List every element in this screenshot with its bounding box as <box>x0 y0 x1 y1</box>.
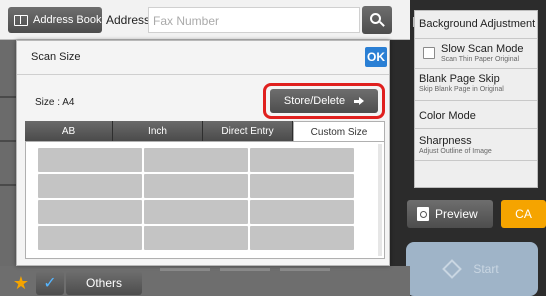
slow-scan-mode-item[interactable]: Slow Scan Mode Scan Thin Paper Original <box>415 39 537 69</box>
left-edge-strip <box>0 40 16 266</box>
slow-scan-mode-sub: Scan Thin Paper Original <box>441 56 520 63</box>
preview-button[interactable]: Preview <box>407 200 493 228</box>
scan-size-dialog: Scan Size OK Size : A4 Store/Delete AB I… <box>16 40 390 266</box>
sharpness-sub: Adjust Outline of Image <box>419 148 492 155</box>
blank-page-skip-item[interactable]: Blank Page Skip Skip Blank Page in Origi… <box>415 69 537 101</box>
favorite-star-icon[interactable]: ★ <box>8 271 34 295</box>
tab-ab[interactable]: AB <box>25 121 113 141</box>
background-adjustment-label: Background Adjustment <box>419 18 536 30</box>
background-adjustment-item[interactable]: Background Adjustment <box>415 11 537 39</box>
others-button[interactable]: Others <box>66 271 142 295</box>
slow-scan-mode-label: Slow Scan Mode <box>441 43 524 55</box>
address-book-button[interactable]: Address Book <box>8 7 102 33</box>
arrow-right-icon <box>354 97 365 105</box>
custom-size-slot[interactable] <box>38 200 142 224</box>
clear-all-button[interactable]: CA <box>501 200 546 228</box>
dialog-divider <box>17 74 389 75</box>
bottom-bar-segment <box>280 268 330 271</box>
custom-size-slot[interactable] <box>144 148 248 172</box>
start-label: Start <box>473 262 499 276</box>
custom-size-slot[interactable] <box>38 174 142 198</box>
left-strip-divider <box>0 184 16 186</box>
custom-size-grid <box>25 141 385 259</box>
color-mode-item[interactable]: Color Mode <box>415 101 537 129</box>
dialog-title: Scan Size <box>31 51 81 63</box>
settings-list: Background Adjustment Slow Scan Mode Sca… <box>414 10 538 188</box>
left-strip-divider <box>0 96 16 98</box>
preview-label: Preview <box>435 207 478 221</box>
custom-size-slot[interactable] <box>38 226 142 250</box>
tab-direct-entry[interactable]: Direct Entry <box>203 121 293 141</box>
left-strip-divider <box>0 140 16 142</box>
address-book-label: Address Book <box>33 14 102 26</box>
slow-scan-checkbox[interactable] <box>423 47 435 59</box>
address-label: Address <box>106 13 151 27</box>
checkmark-icon[interactable]: ✓ <box>36 271 64 295</box>
ok-button[interactable]: OK <box>365 47 387 67</box>
grid-scrollbar[interactable] <box>378 144 382 256</box>
custom-size-slot[interactable] <box>38 148 142 172</box>
tab-custom-size[interactable]: Custom Size <box>293 121 385 142</box>
color-mode-label: Color Mode <box>419 110 476 122</box>
address-book-icon <box>14 14 28 26</box>
start-icon <box>442 259 463 279</box>
custom-size-slot[interactable] <box>144 226 248 250</box>
search-button[interactable] <box>362 6 392 34</box>
custom-size-slot[interactable] <box>144 174 248 198</box>
custom-size-slot[interactable] <box>250 226 354 250</box>
fax-number-input[interactable]: Fax Number <box>148 7 360 33</box>
custom-size-slot[interactable] <box>144 200 248 224</box>
sharpness-label: Sharpness <box>419 135 472 147</box>
custom-size-slot[interactable] <box>250 148 354 172</box>
preview-icon <box>417 207 429 221</box>
blank-page-skip-sub: Skip Blank Page in Original <box>419 86 504 93</box>
custom-size-slot[interactable] <box>250 200 354 224</box>
size-tabs: AB Inch Direct Entry Custom Size <box>25 121 385 142</box>
search-icon <box>370 13 381 24</box>
custom-size-slot[interactable] <box>250 174 354 198</box>
bottom-bar-segment <box>220 268 270 271</box>
sharpness-item[interactable]: Sharpness Adjust Outline of Image <box>415 129 537 161</box>
bottom-bar-segment <box>160 268 210 271</box>
blank-page-skip-label: Blank Page Skip <box>419 73 500 85</box>
store-delete-label: Store/Delete <box>283 95 346 107</box>
store-delete-button[interactable]: Store/Delete <box>270 89 378 113</box>
tab-inch[interactable]: Inch <box>113 121 203 141</box>
start-button[interactable]: Start <box>406 242 538 296</box>
current-size-label: Size : A4 <box>35 97 75 108</box>
